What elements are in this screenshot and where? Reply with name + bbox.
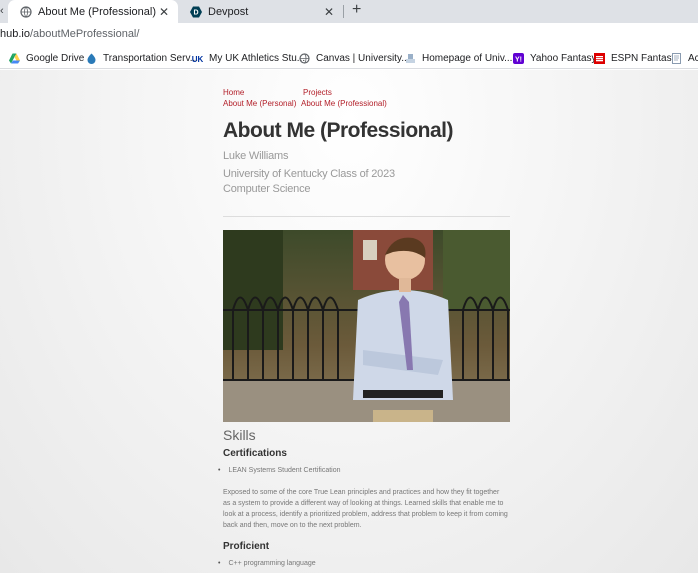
close-tab-icon[interactable]: ✕	[156, 5, 172, 19]
tab-devpost[interactable]: D Devpost ✕	[178, 0, 343, 23]
nav-links: Home Projects About Me (Personal) About …	[223, 70, 523, 110]
bookmark-label: Yahoo Fantasy	[530, 52, 597, 64]
skills-heading: Skills	[223, 427, 256, 443]
svg-text:UK: UK	[192, 55, 203, 64]
address-bar[interactable]: hub.io/aboutMeProfessional/	[0, 23, 698, 45]
tab-about-me-professional[interactable]: About Me (Professional) | Ltw10 ✕	[8, 0, 178, 23]
tab-title: Devpost	[208, 5, 249, 18]
document-icon	[671, 52, 682, 64]
bookmark-label: Homepage of Univ...	[422, 52, 513, 64]
major-line: Computer Science	[223, 183, 311, 195]
bookmarks-bar: Google Drive Transportation Serv... UK M…	[0, 45, 698, 69]
new-tab-icon[interactable]: +	[352, 1, 361, 19]
bookmark-yahoo-fantasy[interactable]: Y! Yahoo Fantasy	[513, 51, 597, 65]
tab-title: About Me (Professional) | Ltw10	[38, 5, 156, 18]
url-path: /aboutMeProfessional/	[29, 28, 140, 40]
bookmark-ac[interactable]: Ac	[671, 51, 698, 65]
url-text[interactable]: hub.io/aboutMeProfessional/	[0, 28, 139, 40]
certification-description: Exposed to some of the core True Lean pr…	[223, 489, 508, 529]
bookmark-university-homepage[interactable]: Homepage of Univ...	[405, 51, 512, 65]
nav-link-about-personal[interactable]: About Me (Personal)	[223, 99, 296, 108]
close-tab-icon[interactable]: ✕	[321, 5, 337, 19]
bookmark-uk-athletics[interactable]: UK My UK Athletics Stu...	[192, 51, 305, 65]
bookmark-label: Google Drive	[26, 52, 85, 64]
google-drive-icon	[9, 53, 20, 64]
page-content: Home Projects About Me (Personal) About …	[0, 70, 698, 573]
bookmark-google-drive[interactable]: Google Drive	[9, 51, 84, 65]
bookmark-label: Transportation Serv...	[103, 52, 199, 64]
bookmark-espn-fantasy[interactable]: ESPN Fantasy	[594, 51, 677, 65]
school-line: University of Kentucky Class of 2023	[223, 168, 395, 180]
transportation-icon	[86, 53, 97, 64]
author-name: Luke Williams	[223, 150, 289, 162]
bookmark-label: ESPN Fantasy	[611, 52, 677, 64]
svg-text:Y!: Y!	[515, 56, 522, 63]
bookmark-canvas[interactable]: Canvas | University...	[299, 51, 410, 65]
espn-icon	[594, 52, 605, 64]
bookmark-label: My UK Athletics Stu...	[209, 52, 306, 64]
divider	[223, 216, 510, 217]
nav-link-home[interactable]: Home	[223, 88, 244, 97]
url-host: hub.io	[0, 28, 30, 40]
nav-link-about-professional[interactable]: About Me (Professional)	[301, 99, 387, 108]
tab-strip: ‹ About Me (Professional) | Ltw10 ✕ D De…	[0, 0, 698, 23]
devpost-icon: D	[190, 6, 202, 18]
page-title: About Me (Professional)	[223, 119, 454, 142]
list-item: LEAN Systems Student Certification	[218, 467, 340, 474]
certifications-heading: Certifications	[223, 448, 287, 459]
university-icon	[405, 53, 416, 64]
canvas-icon	[299, 52, 310, 64]
uk-athletics-icon: UK	[192, 53, 203, 64]
bookmark-transportation[interactable]: Transportation Serv...	[86, 51, 198, 65]
list-item: C++ programming language	[218, 560, 315, 567]
proficient-heading: Proficient	[223, 541, 270, 552]
bookmark-label: Ac	[688, 52, 698, 64]
nav-link-projects[interactable]: Projects	[303, 88, 332, 97]
profile-photo	[223, 230, 510, 422]
globe-icon	[20, 5, 32, 18]
svg-text:D: D	[193, 9, 198, 16]
tab-scroll-left-icon[interactable]: ‹	[0, 5, 4, 17]
yahoo-icon: Y!	[513, 52, 524, 64]
bookmark-label: Canvas | University...	[316, 52, 410, 64]
tab-separator	[343, 5, 344, 18]
